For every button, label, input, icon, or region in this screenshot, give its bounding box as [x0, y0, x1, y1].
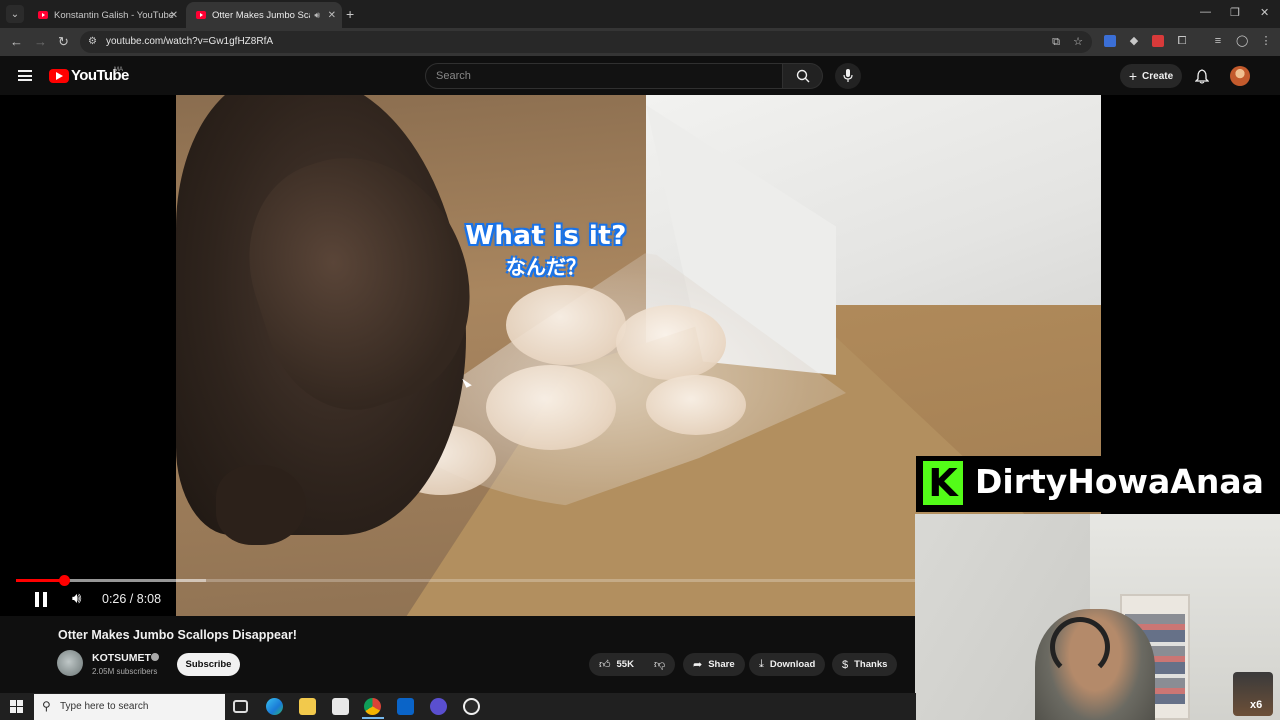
- bookmark-star-icon[interactable]: ☆: [1072, 36, 1084, 48]
- edge-browser-icon[interactable]: [266, 698, 283, 715]
- tab-title: Konstantin Galish - YouTube: [54, 9, 175, 21]
- video-title: Otter Makes Jumbo Scallops Disappear!: [58, 628, 297, 642]
- url-text: youtube.com/watch?v=Gw1gfHZ8RfA: [106, 36, 274, 47]
- progress-scrubber[interactable]: [59, 575, 70, 586]
- browser-tab-otter[interactable]: Otter Makes Jumbo Scallop 🔊︎ ✕: [186, 2, 342, 28]
- taskbar-search-icon: ⚲: [42, 699, 51, 713]
- microsoft-store-icon[interactable]: [332, 698, 349, 715]
- search-placeholder: Search: [436, 70, 471, 82]
- account-avatar[interactable]: [1230, 66, 1250, 86]
- pause-icon[interactable]: [34, 592, 48, 607]
- tab-close-icon[interactable]: ✕: [328, 10, 336, 21]
- thanks-icon: $: [842, 658, 849, 671]
- create-button[interactable]: + Create: [1120, 64, 1182, 88]
- extension-red-icon[interactable]: [1152, 35, 1164, 47]
- restore-icon[interactable]: ❐: [1230, 6, 1240, 19]
- taskbar-search-input[interactable]: ⚲ Type here to search: [34, 694, 225, 720]
- install-app-icon[interactable]: ⧉: [1050, 36, 1062, 48]
- new-tab-icon[interactable]: +: [346, 6, 354, 22]
- scallop: [646, 375, 746, 435]
- profile-icon[interactable]: ◯: [1236, 35, 1248, 47]
- tab-audio-icon[interactable]: 🔊︎: [314, 10, 320, 21]
- channel-avatar[interactable]: [57, 650, 83, 676]
- download-icon: ⤓: [759, 658, 764, 670]
- back-icon[interactable]: ←: [10, 34, 23, 49]
- channel-name[interactable]: KOTSUMET: [92, 652, 151, 664]
- time-display: 0:26 / 8:08: [102, 592, 162, 606]
- hamburger-menu-icon[interactable]: [18, 70, 32, 81]
- plus-icon: +: [1128, 68, 1138, 84]
- youtube-logo-icon[interactable]: [49, 69, 69, 83]
- tab-title: Otter Makes Jumbo Scallop: [212, 9, 310, 21]
- subscriber-count: 2.05M subscribers: [92, 667, 158, 676]
- media-controls-icon[interactable]: ≡: [1212, 35, 1224, 47]
- window-close-icon[interactable]: ✕: [1260, 6, 1269, 19]
- webcam-overlay: x6: [915, 514, 1280, 720]
- extensions-puzzle-icon[interactable]: ⧠: [1176, 35, 1188, 47]
- kick-logo-letter: K: [928, 461, 958, 505]
- country-code: MA: [114, 67, 123, 73]
- webcam-corner-text: x6: [1250, 699, 1263, 711]
- thanks-button[interactable]: $ Thanks: [832, 653, 898, 676]
- share-label: Share: [708, 659, 735, 670]
- outlook-icon[interactable]: [397, 698, 414, 715]
- subtitle-english: What is it?: [465, 221, 627, 251]
- browser-menu-icon[interactable]: ⋮: [1260, 35, 1272, 47]
- youtube-favicon-icon: [38, 11, 48, 19]
- subtitle-japanese: なんだ？: [505, 255, 586, 279]
- taskbar-search-placeholder: Type here to search: [60, 701, 149, 712]
- microphone-icon: [843, 69, 853, 82]
- voice-search-button[interactable]: [835, 63, 861, 89]
- create-label: Create: [1142, 70, 1174, 82]
- translate-extension-icon[interactable]: [1104, 35, 1116, 47]
- task-view-icon[interactable]: [233, 700, 248, 713]
- video-subtitle: What is it? なんだ？: [465, 221, 627, 280]
- like-count[interactable]: 55K: [617, 659, 634, 670]
- share-button[interactable]: ➦ Share: [683, 653, 745, 676]
- reload-icon[interactable]: ↻: [58, 34, 69, 50]
- chrome-browser-icon[interactable]: [364, 698, 381, 715]
- notifications-bell-icon[interactable]: [1195, 69, 1209, 84]
- verified-icon: [151, 653, 159, 661]
- youtube-favicon-icon: [196, 11, 206, 19]
- progress-played: [16, 579, 64, 582]
- scallop: [506, 285, 626, 365]
- thanks-label: Thanks: [854, 659, 888, 670]
- download-label: Download: [769, 659, 816, 670]
- browser-tab-konstantin[interactable]: Konstantin Galish - YouTube ✕: [28, 2, 184, 28]
- otter-paw: [216, 465, 306, 545]
- obs-app-icon[interactable]: [430, 698, 447, 715]
- scallop: [616, 305, 726, 380]
- site-info-icon[interactable]: ⚙︎: [88, 36, 97, 47]
- browser-tab-strip: ⌄ Konstantin Galish - YouTube ✕ Otter Ma…: [0, 0, 1280, 28]
- streamer-name: DirtyHowaAnaa: [975, 462, 1264, 501]
- headset-icon: [1050, 617, 1110, 677]
- dislike-icon[interactable]: 👎︎: [654, 658, 665, 671]
- like-dislike-group: 👍︎ 55K 👎︎: [589, 653, 675, 676]
- obs-studio-icon[interactable]: [463, 698, 480, 715]
- address-bar[interactable]: ⚙︎ youtube.com/watch?v=Gw1gfHZ8RfA ⧉ ☆: [80, 31, 1092, 53]
- active-app-indicator: [362, 717, 384, 719]
- youtube-header: YouTube MA Search: [0, 56, 1280, 96]
- extension-diamond-icon[interactable]: ◆: [1128, 35, 1140, 47]
- file-explorer-icon[interactable]: [299, 698, 316, 715]
- minimize-icon[interactable]: —: [1200, 6, 1211, 18]
- like-icon[interactable]: 👍︎: [599, 658, 611, 671]
- tab-search-icon[interactable]: ⌄: [6, 5, 24, 23]
- tab-close-icon[interactable]: ✕: [170, 10, 178, 21]
- share-icon: ➦: [693, 659, 703, 671]
- search-button[interactable]: [783, 63, 823, 89]
- subscribe-button[interactable]: Subscribe: [177, 653, 240, 676]
- forward-icon[interactable]: →: [34, 34, 47, 49]
- search-icon: [796, 69, 810, 83]
- download-button[interactable]: ⤓ Download: [749, 653, 826, 676]
- browser-toolbar: ← → ↻ ⚙︎ youtube.com/watch?v=Gw1gfHZ8RfA…: [0, 28, 1280, 56]
- scallop: [486, 365, 616, 450]
- search-input[interactable]: Search: [425, 63, 783, 89]
- volume-icon[interactable]: 🔊︎: [72, 590, 81, 607]
- windows-start-icon[interactable]: [10, 700, 23, 713]
